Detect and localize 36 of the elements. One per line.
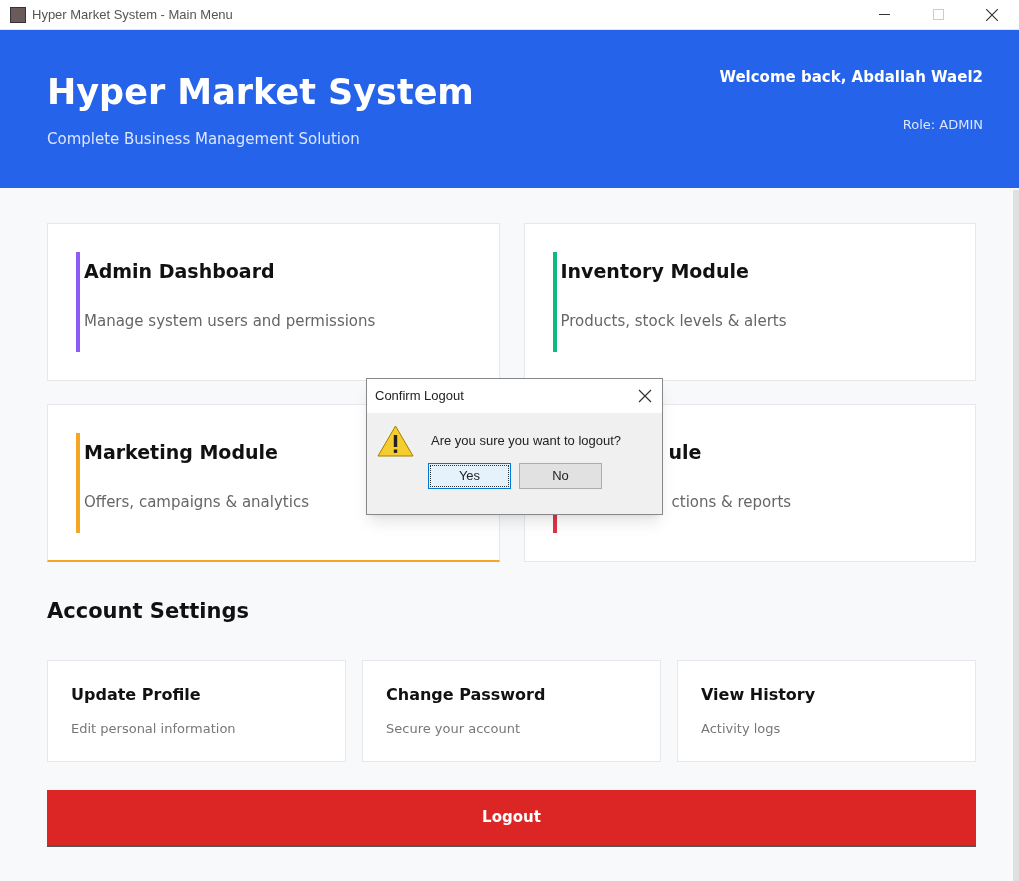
- card-title: View History: [701, 683, 817, 706]
- close-icon[interactable]: [638, 389, 652, 403]
- card-title: Update Profile: [71, 683, 202, 706]
- logout-button[interactable]: Logout: [47, 789, 976, 847]
- module-description: Offers, campaigns & analytics: [84, 492, 309, 513]
- module-description: Manage system users and permissions: [84, 311, 376, 332]
- settings-card[interactable]: View History Activity logs: [677, 659, 976, 762]
- close-icon: [986, 8, 998, 21]
- card-description: Edit personal information: [71, 719, 237, 738]
- welcome-text: Welcome back, Abdallah Wael2: [719, 67, 983, 88]
- dialog-button[interactable]: No: [519, 463, 602, 489]
- settings-card[interactable]: Change Password Secure your account: [362, 659, 661, 762]
- card-description: Secure your account: [386, 719, 521, 738]
- card-description: Activity logs: [701, 719, 782, 738]
- scrollbar[interactable]: [1013, 190, 1019, 881]
- minimize-icon: [878, 13, 890, 16]
- dialog-button[interactable]: Yes: [428, 463, 511, 489]
- app-subtitle: Complete Business Management Solution: [47, 129, 361, 150]
- app-icon: [10, 6, 26, 23]
- module-description: ctions & reports: [671, 492, 792, 513]
- dialog-title: Confirm Logout: [375, 387, 464, 406]
- module-title: Marketing Module: [84, 440, 279, 465]
- module-title: ule: [668, 440, 703, 465]
- settings-card[interactable]: Update Profile Edit personal information: [47, 659, 346, 762]
- module-card[interactable]: Inventory Module Products, stock levels & alerts: [523, 223, 976, 381]
- window-title: Hyper Market System - Main Menu: [32, 5, 233, 24]
- warning-icon: [377, 425, 414, 457]
- module-title: Admin Dashboard: [84, 259, 276, 284]
- module-card[interactable]: Admin Dashboard Manage system users and permissions: [47, 223, 500, 381]
- module-description: Products, stock levels & alerts: [560, 311, 787, 332]
- role-text: Role: ADMIN: [902, 115, 983, 134]
- section-heading: Account Settings: [47, 598, 250, 625]
- card-title: Change Password: [386, 683, 547, 706]
- maximize-icon: [932, 9, 944, 20]
- module-title: Inventory Module: [560, 259, 750, 284]
- app-title: Hyper Market System: [47, 71, 474, 114]
